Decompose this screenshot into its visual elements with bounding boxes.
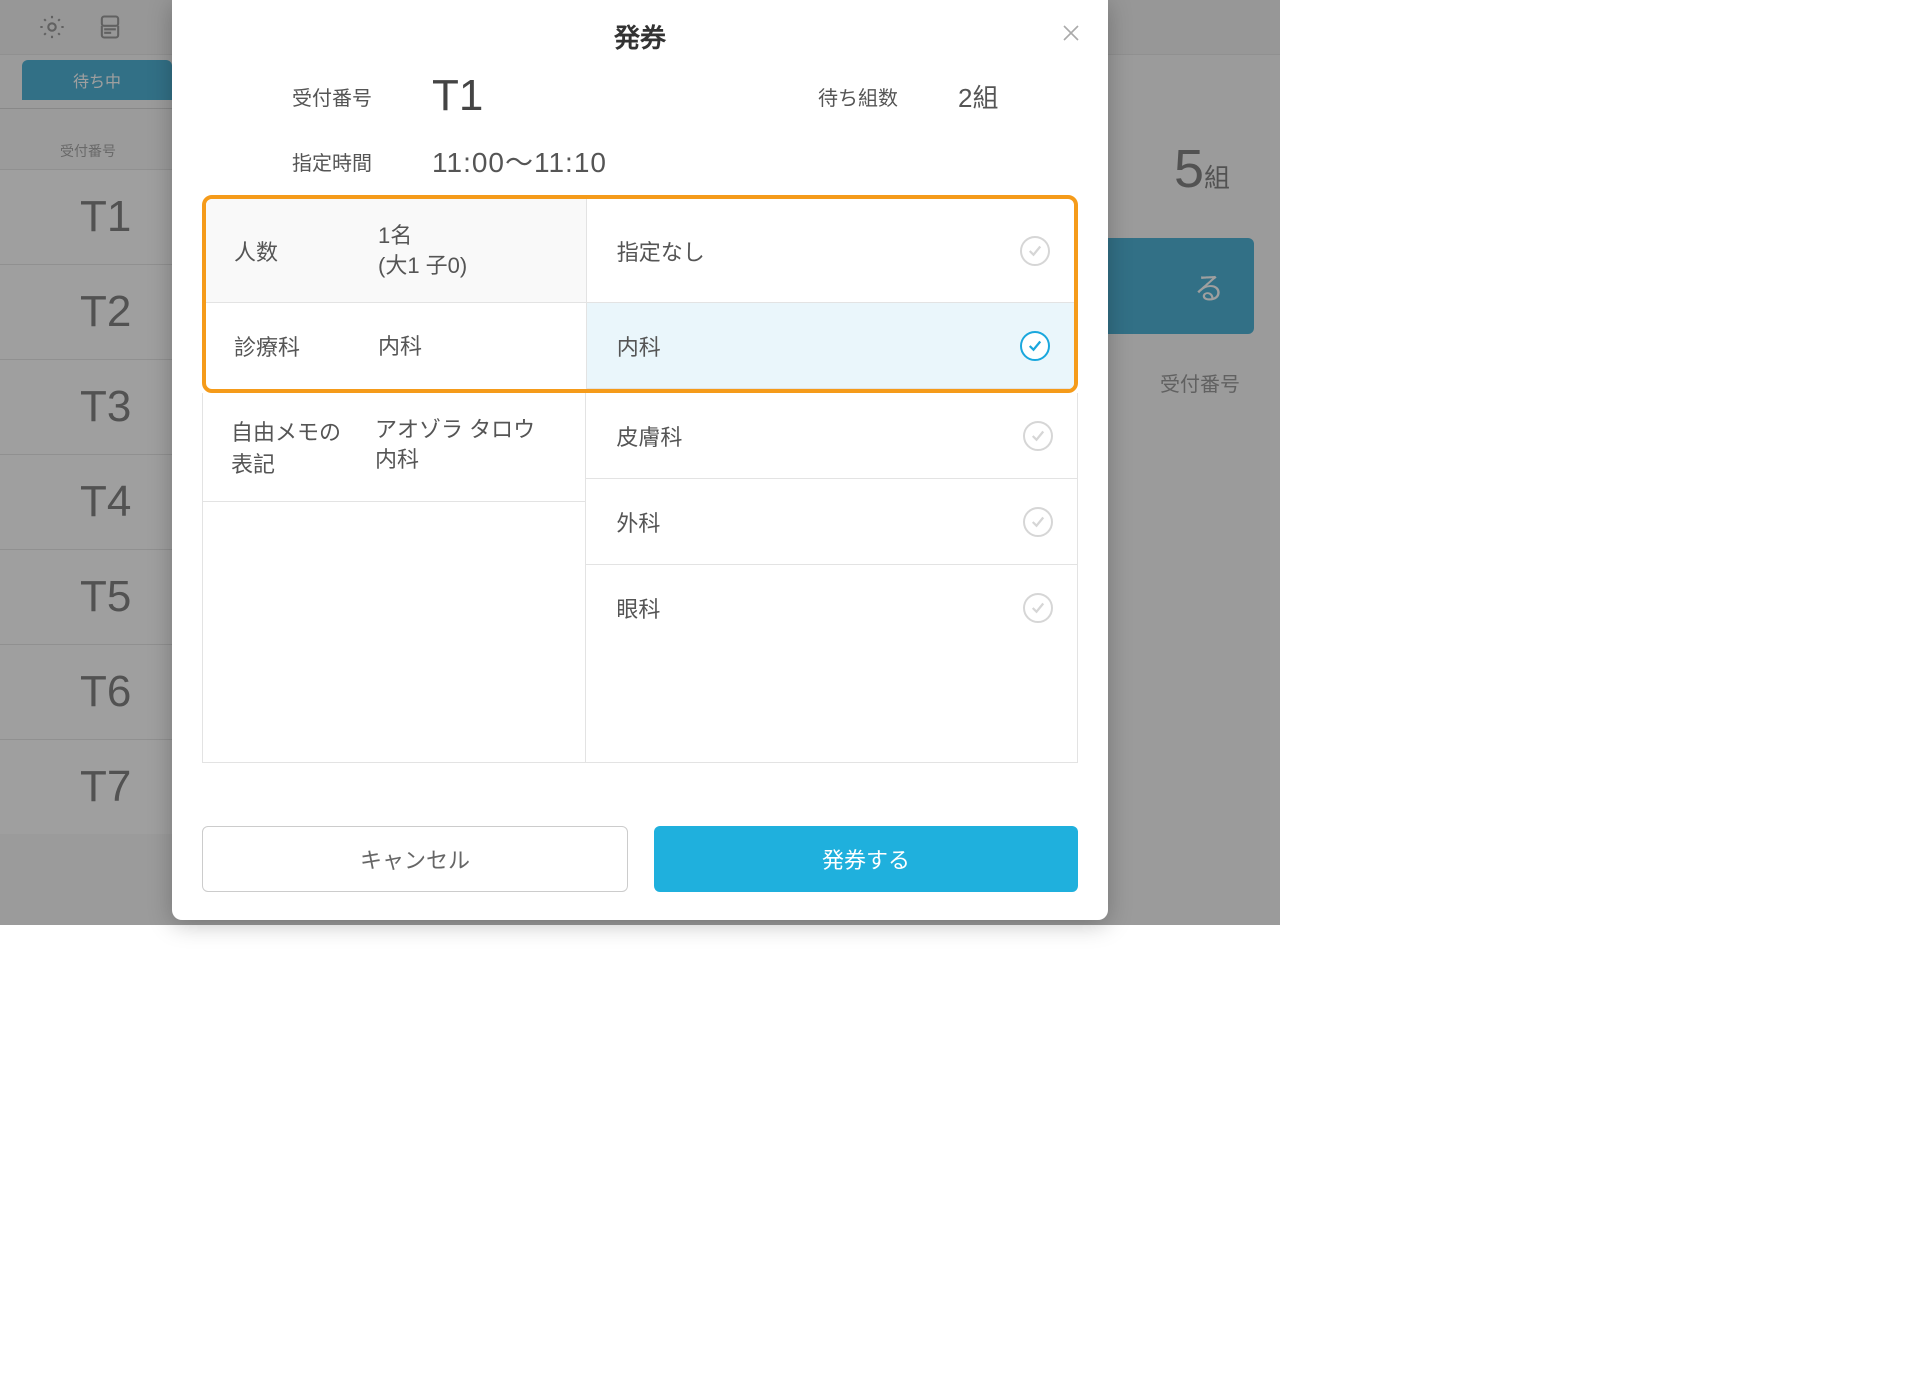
memo-value: アオゾラ タロウ 内科 (375, 415, 535, 474)
submit-button[interactable]: 発券する (654, 826, 1078, 892)
radio-icon (1020, 236, 1050, 266)
option-label: 眼科 (616, 592, 660, 624)
ticket-summary: 受付番号 T1 待ち組数 2組 指定時間 11:00〜11:10 (172, 65, 1108, 191)
radio-icon (1023, 421, 1053, 451)
memo-label: 自由メモの表記 (231, 415, 351, 479)
option-label: 外科 (616, 506, 660, 538)
people-field[interactable]: 人数 1名 (大1 子0) (206, 199, 587, 303)
memo-field[interactable]: 自由メモの表記 アオゾラ タロウ 内科 (203, 393, 586, 502)
option-label: 指定なし (617, 235, 705, 267)
fields-below: 自由メモの表記 アオゾラ タロウ 内科 皮膚科 外科 (202, 393, 1078, 763)
modal-header: 発券 (172, 0, 1108, 65)
radio-icon (1023, 593, 1053, 623)
waiting-groups-value: 2組 (958, 78, 1078, 115)
department-field[interactable]: 診療科 内科 (206, 303, 587, 389)
time-value: 11:00〜11:10 (432, 141, 1078, 181)
left-empty (203, 502, 586, 762)
department-label: 診療科 (234, 330, 354, 362)
people-label: 人数 (234, 235, 354, 267)
waiting-groups-label: 待ち組数 (818, 82, 958, 111)
ticket-number-value: T1 (432, 71, 818, 121)
cancel-button[interactable]: キャンセル (202, 826, 628, 892)
close-icon[interactable] (1056, 18, 1086, 48)
option-label: 皮膚科 (616, 420, 682, 452)
people-value: 1名 (大1 子0) (378, 221, 467, 280)
highlighted-fields: 人数 1名 (大1 子0) 指定なし 診療科 内科 内科 (202, 195, 1078, 393)
option-none[interactable]: 指定なし (587, 199, 1074, 303)
time-label: 指定時間 (292, 147, 432, 176)
radio-icon (1020, 331, 1050, 361)
option-geka[interactable]: 外科 (586, 479, 1077, 565)
ticket-number-label: 受付番号 (292, 82, 432, 111)
option-ganka[interactable]: 眼科 (586, 565, 1077, 651)
issue-ticket-modal: 発券 受付番号 T1 待ち組数 2組 指定時間 11:00〜11:10 人数 1… (172, 0, 1108, 920)
radio-icon (1023, 507, 1053, 537)
modal-title: 発券 (172, 18, 1108, 55)
option-label: 内科 (617, 330, 661, 362)
option-hifuka[interactable]: 皮膚科 (586, 393, 1077, 479)
department-value: 内科 (378, 332, 422, 362)
modal-footer: キャンセル 発券する (172, 804, 1108, 920)
option-naika[interactable]: 内科 (587, 303, 1074, 389)
